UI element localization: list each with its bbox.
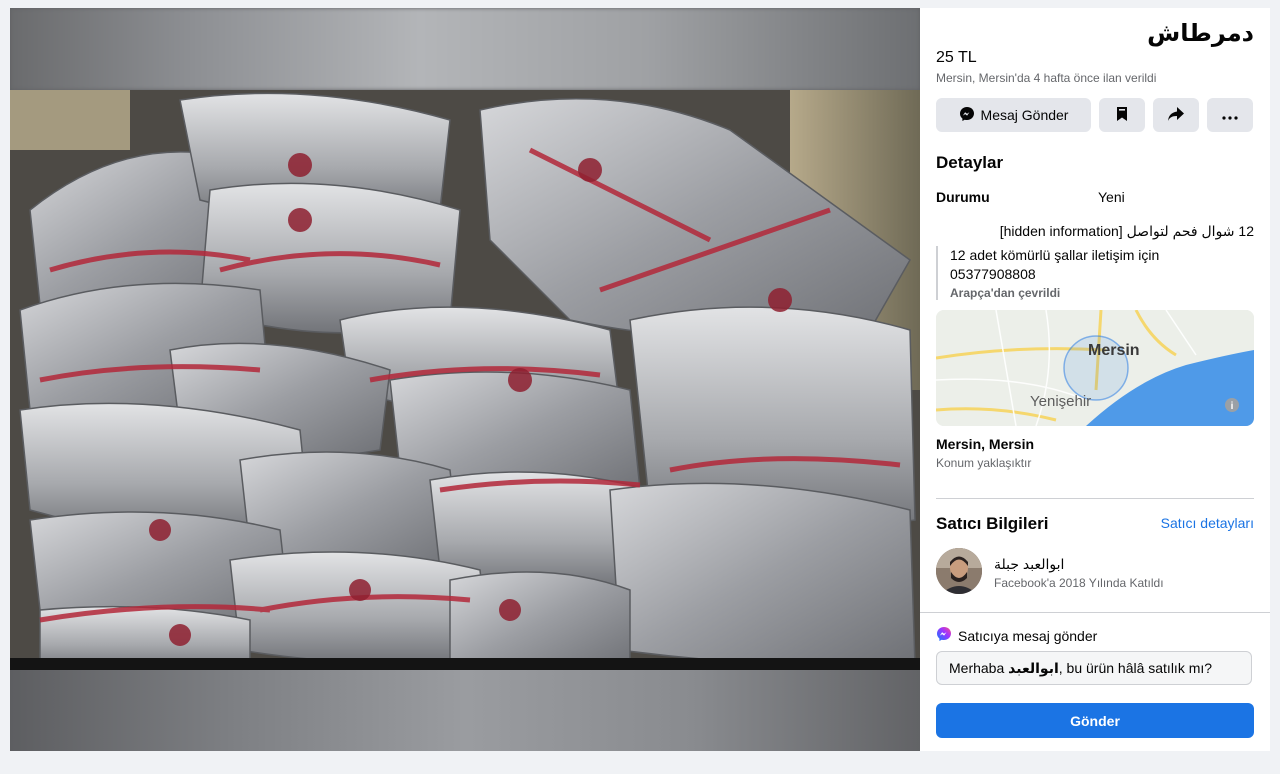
map-info-icon[interactable]: i: [1231, 401, 1234, 412]
message-input[interactable]: Merhaba ابوالعبد , bu ürün hâlâ satılık …: [936, 651, 1252, 685]
more-options-button[interactable]: [1207, 98, 1253, 132]
image-blur-bottom: [10, 670, 920, 751]
listing-meta: Mersin, Mersin'da 4 hafta önce ilan veri…: [936, 71, 1157, 85]
translated-text-line: 12 adet kömürlü şallar iletişim için: [950, 247, 1160, 263]
section-divider: [920, 612, 1270, 613]
message-seller-name: ابوالعبد: [1008, 659, 1059, 676]
send-message-heading-label: Satıcıya mesaj gönder: [958, 627, 1098, 644]
location-name: Mersin, Mersin: [936, 436, 1035, 452]
map-district-label: Yenişehir: [1030, 393, 1091, 410]
seller-avatar[interactable]: [936, 548, 982, 594]
details-heading: Detaylar: [936, 153, 1004, 172]
translated-phone: 05377908808: [950, 266, 1036, 282]
seller-joined: Facebook'a 2018 Yılında Katıldı: [994, 576, 1164, 590]
seller-name[interactable]: ابوالعبد جبلة: [994, 556, 1064, 573]
share-icon: [1167, 106, 1185, 125]
message-suffix: , bu ürün hâlâ satılık mı?: [1058, 660, 1213, 676]
send-message-heading: Satıcıya mesaj gönder: [936, 626, 1097, 645]
location-map[interactable]: Mersin Yenişehir i: [936, 310, 1254, 426]
message-button-label: Mesaj Gönder: [980, 107, 1069, 123]
seller-heading: Satıcı Bilgileri: [936, 514, 1049, 533]
image-edge-shadow: [10, 658, 920, 670]
messenger-icon: [936, 626, 952, 645]
share-button[interactable]: [1153, 98, 1199, 132]
map-city-label: Mersin: [1088, 342, 1140, 359]
seller-details-link[interactable]: Satıcı detayları: [1161, 515, 1254, 531]
message-button[interactable]: Mesaj Gönder: [936, 98, 1091, 132]
message-prefix: Merhaba: [949, 660, 1009, 676]
listing-details-panel: دمرطاش 25 TL Mersin, Mersin'da 4 hafta ö…: [920, 8, 1270, 751]
location-note: Konum yaklaşıktır: [936, 456, 1032, 470]
listing-price: 25 TL: [936, 49, 977, 66]
save-button[interactable]: [1099, 98, 1145, 132]
listing-title: دمرطاش: [1147, 20, 1254, 47]
messenger-icon: [959, 106, 975, 125]
translation-note: Arapça'dan çevrildi: [950, 286, 1061, 300]
translated-description: 12 adet kömürlü şallar iletişim için 053…: [936, 246, 1250, 300]
section-divider: [936, 498, 1254, 499]
more-icon: [1222, 107, 1238, 123]
listing-photo[interactable]: [10, 90, 920, 670]
bookmark-icon: [1115, 106, 1129, 125]
image-blur-top: [10, 8, 920, 90]
send-button[interactable]: Gönder: [936, 703, 1254, 738]
original-description: 12 شوال فحم لتواصل [hidden information]: [999, 223, 1254, 239]
condition-label: Durumu: [936, 189, 990, 205]
listing-media: [10, 8, 920, 751]
condition-value: Yeni: [1098, 189, 1125, 205]
